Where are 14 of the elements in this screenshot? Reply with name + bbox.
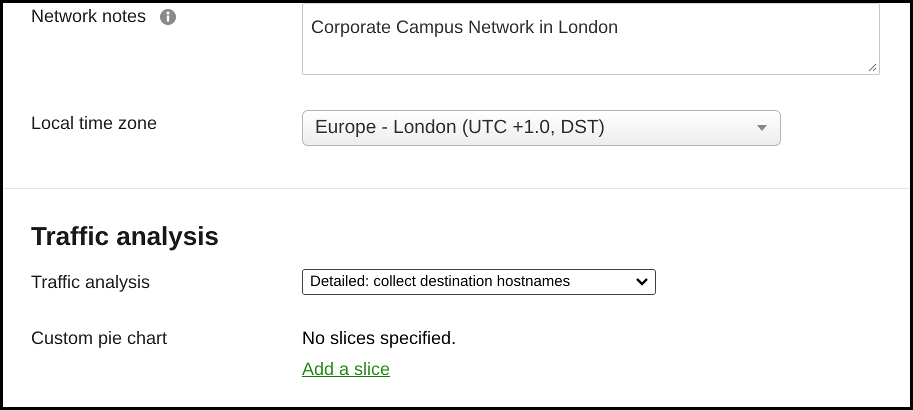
info-icon[interactable] <box>160 8 176 24</box>
field-label: Network notes <box>31 5 146 28</box>
notes-field[interactable]: Corporate Campus Network in London <box>302 3 880 75</box>
timezone-dropdown[interactable]: Europe - London (UTC +1.0, DST) <box>302 110 781 146</box>
traffic-analysis-dropdown[interactable]: Detailed: collect destination hostnames <box>302 269 656 295</box>
resize-handle-icon[interactable] <box>867 62 877 72</box>
field-label: Traffic analysis <box>31 271 150 294</box>
empty-message: No slices specified. <box>302 327 456 350</box>
field-label: Local time zone <box>31 112 158 135</box>
chevron-down-icon <box>636 278 648 286</box>
field-label: Custom pie chart <box>31 327 168 350</box>
caret-icon <box>756 124 768 132</box>
add-slice-link[interactable]: Add a slice <box>302 356 456 383</box>
section-heading: Traffic analysis <box>30 220 220 253</box>
